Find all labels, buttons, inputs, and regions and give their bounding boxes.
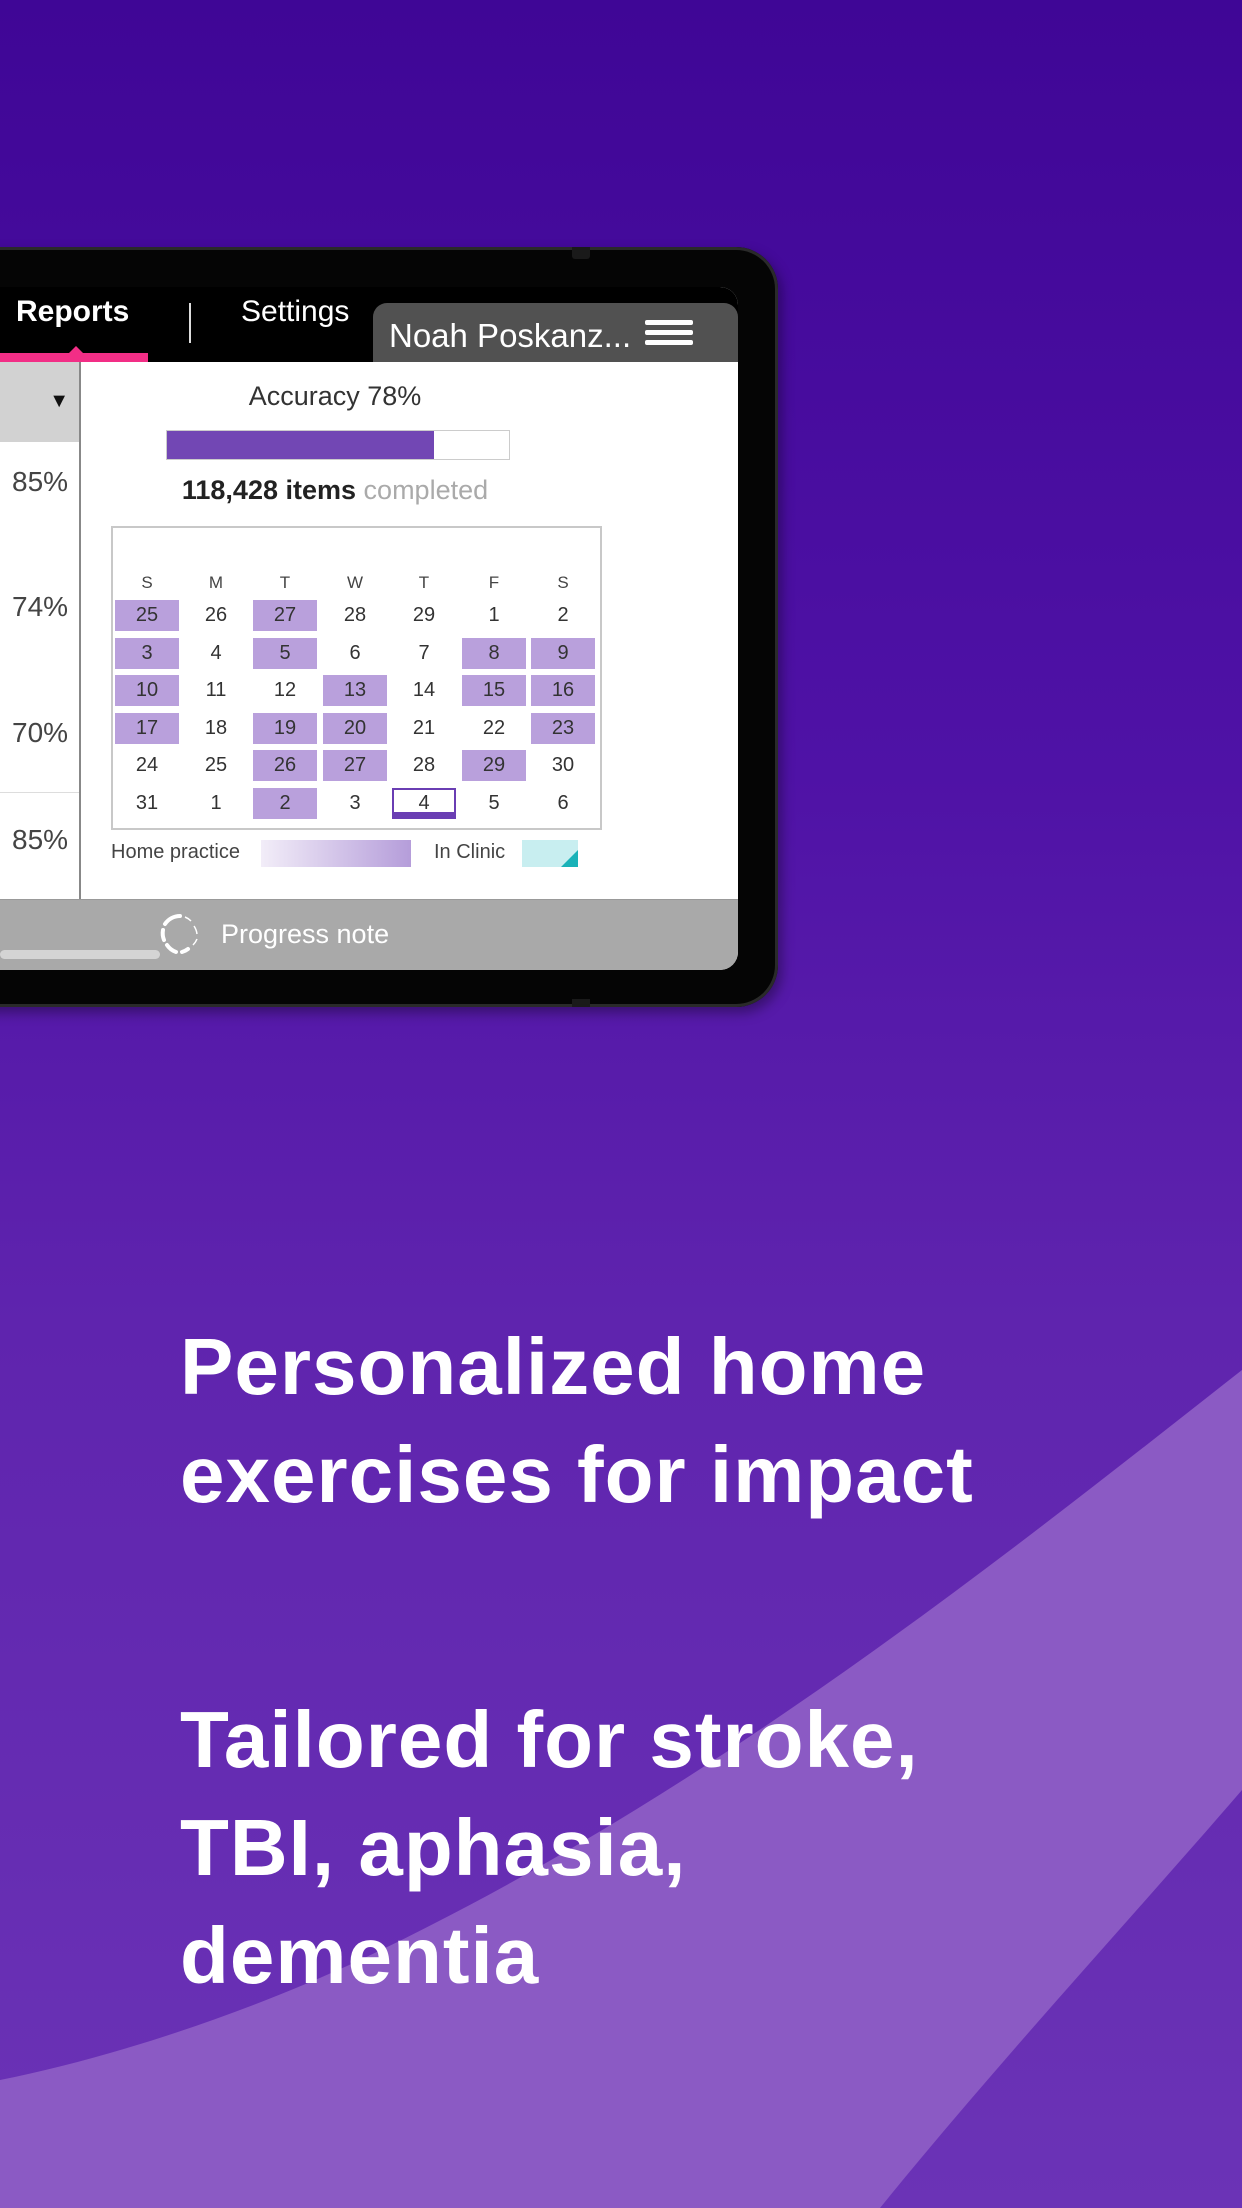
calendar-day[interactable]: 4 xyxy=(184,638,248,669)
calendar-day[interactable]: 5 xyxy=(462,788,526,819)
accuracy-label: Accuracy 78% xyxy=(248,381,422,411)
active-tab-notch xyxy=(68,346,84,354)
tab-reports[interactable]: Reports xyxy=(16,295,129,329)
legend-home-practice-label: Home practice xyxy=(111,841,240,863)
calendar-day[interactable]: 30 xyxy=(531,750,595,781)
calendar-day[interactable]: 21 xyxy=(392,713,456,744)
device-sensor xyxy=(572,999,590,1007)
calendar-day[interactable]: 27 xyxy=(323,750,387,782)
calendar-day-today[interactable]: 4 xyxy=(392,788,456,819)
legend-in-clinic-label: In Clinic xyxy=(434,841,506,863)
headline-line: dementia xyxy=(180,1911,540,2000)
calendar-day[interactable]: 3 xyxy=(115,637,179,669)
headline-line: exercises for impact xyxy=(180,1430,974,1519)
calendar-day[interactable]: 12 xyxy=(253,675,317,706)
accuracy-progress-fill xyxy=(167,431,434,459)
calendar-day[interactable]: 18 xyxy=(184,713,248,744)
calendar-day[interactable]: 25 xyxy=(184,750,248,781)
calendar-weekday: S xyxy=(141,573,153,592)
calendar-day[interactable]: 29 xyxy=(392,600,456,631)
calendar-day[interactable]: 26 xyxy=(184,600,248,631)
row-divider xyxy=(0,792,79,793)
calendar-day[interactable]: 16 xyxy=(531,675,595,707)
user-name: Noah Poskanz... xyxy=(389,317,632,354)
legend-home-practice-swatch xyxy=(261,840,411,867)
calendar-day[interactable]: 3 xyxy=(323,788,387,819)
calendar-day[interactable]: 31 xyxy=(115,788,179,819)
calendar-day[interactable]: 15 xyxy=(462,675,526,707)
headline-line: Tailored for stroke, xyxy=(180,1695,919,1784)
calendar-day[interactable]: 2 xyxy=(253,788,317,819)
device-camera xyxy=(572,247,590,259)
tab-settings[interactable]: Settings xyxy=(241,295,349,329)
headline-primary: Personalized home exercises for impact xyxy=(180,1313,974,1529)
accuracy-progress-bar xyxy=(166,430,510,460)
calendar-day[interactable]: 22 xyxy=(462,713,526,744)
metric-value: 70% xyxy=(12,717,69,748)
calendar-weekday: F xyxy=(488,573,500,592)
tablet-device: Reports Settings Noah Poskanz... ▼ 85% 7… xyxy=(0,247,778,1007)
calendar-day[interactable]: 29 xyxy=(462,750,526,782)
metric-value: 85% xyxy=(12,824,69,855)
headline-secondary: Tailored for stroke, TBI, aphasia, demen… xyxy=(180,1686,919,2010)
calendar-day[interactable]: 17 xyxy=(115,712,179,744)
hamburger-menu-icon[interactable] xyxy=(645,320,693,346)
calendar-day[interactable]: 9 xyxy=(531,637,595,669)
metric-value: 85% xyxy=(12,466,69,497)
calendar-day[interactable]: 27 xyxy=(253,600,317,631)
footer-bar: Progress note xyxy=(0,899,738,970)
calendar-weekday: T xyxy=(418,573,430,592)
calendar-day[interactable]: 6 xyxy=(323,638,387,669)
calendar-day[interactable]: 7 xyxy=(392,638,456,669)
calendar-day[interactable]: 11 xyxy=(184,675,248,706)
triangle-down-icon: ▼ xyxy=(49,390,69,412)
calendar-day[interactable]: 10 xyxy=(115,675,179,707)
calendar-day[interactable]: 20 xyxy=(323,712,387,744)
calendar-weekday: M xyxy=(208,573,224,592)
app-screen: Reports Settings Noah Poskanz... ▼ 85% 7… xyxy=(0,287,738,970)
metric-value: 74% xyxy=(12,591,69,622)
calendar-day[interactable]: 14 xyxy=(392,675,456,706)
calendar-day[interactable]: 2 xyxy=(531,600,595,631)
calendar-day[interactable]: 23 xyxy=(531,712,595,744)
legend-in-clinic-swatch xyxy=(522,840,578,867)
calendar-day[interactable]: 25 xyxy=(115,600,179,631)
calendar-day[interactable]: 13 xyxy=(323,675,387,707)
calendar-weekdays: SMTWTFS xyxy=(113,573,600,593)
items-completed: 118,428 items completed xyxy=(80,475,590,506)
loading-spinner-icon xyxy=(160,913,198,954)
headline-line: Personalized home xyxy=(180,1322,927,1411)
calendar-day[interactable]: 5 xyxy=(253,637,317,669)
metrics-column: ▼ 85% 74% 70% 85% xyxy=(0,362,81,899)
practice-calendar: SMTWTFS 25 26 27 28 29 1 2 3 4 5 6 7 8 9 10 11 12 13 14 15 1… xyxy=(111,526,602,830)
calendar-weekday: S xyxy=(557,573,569,592)
calendar-day[interactable]: 1 xyxy=(462,600,526,631)
user-menu[interactable]: Noah Poskanz... xyxy=(373,303,738,362)
items-suffix: completed xyxy=(363,475,489,505)
calendar-day[interactable]: 24 xyxy=(115,750,179,781)
horizontal-scrollbar[interactable] xyxy=(0,950,160,959)
calendar-day[interactable]: 28 xyxy=(392,750,456,781)
calendar-day[interactable]: 6 xyxy=(531,788,595,819)
calendar-weekday: W xyxy=(346,573,364,592)
calendar-day[interactable]: 26 xyxy=(253,750,317,782)
progress-note-button[interactable]: Progress note xyxy=(221,919,389,950)
tab-divider xyxy=(189,303,191,343)
calendar-day[interactable]: 8 xyxy=(462,637,526,669)
calendar-day[interactable]: 19 xyxy=(253,712,317,744)
headline-line: TBI, aphasia, xyxy=(180,1803,687,1892)
metric-dropdown[interactable]: ▼ xyxy=(0,362,79,442)
top-nav: Reports Settings Noah Poskanz... xyxy=(0,287,738,362)
calendar-day[interactable]: 1 xyxy=(184,788,248,819)
active-tab-indicator xyxy=(0,353,148,362)
calendar-day[interactable]: 28 xyxy=(323,600,387,631)
calendar-weekday: T xyxy=(279,573,291,592)
items-count: 118,428 items xyxy=(181,475,357,505)
